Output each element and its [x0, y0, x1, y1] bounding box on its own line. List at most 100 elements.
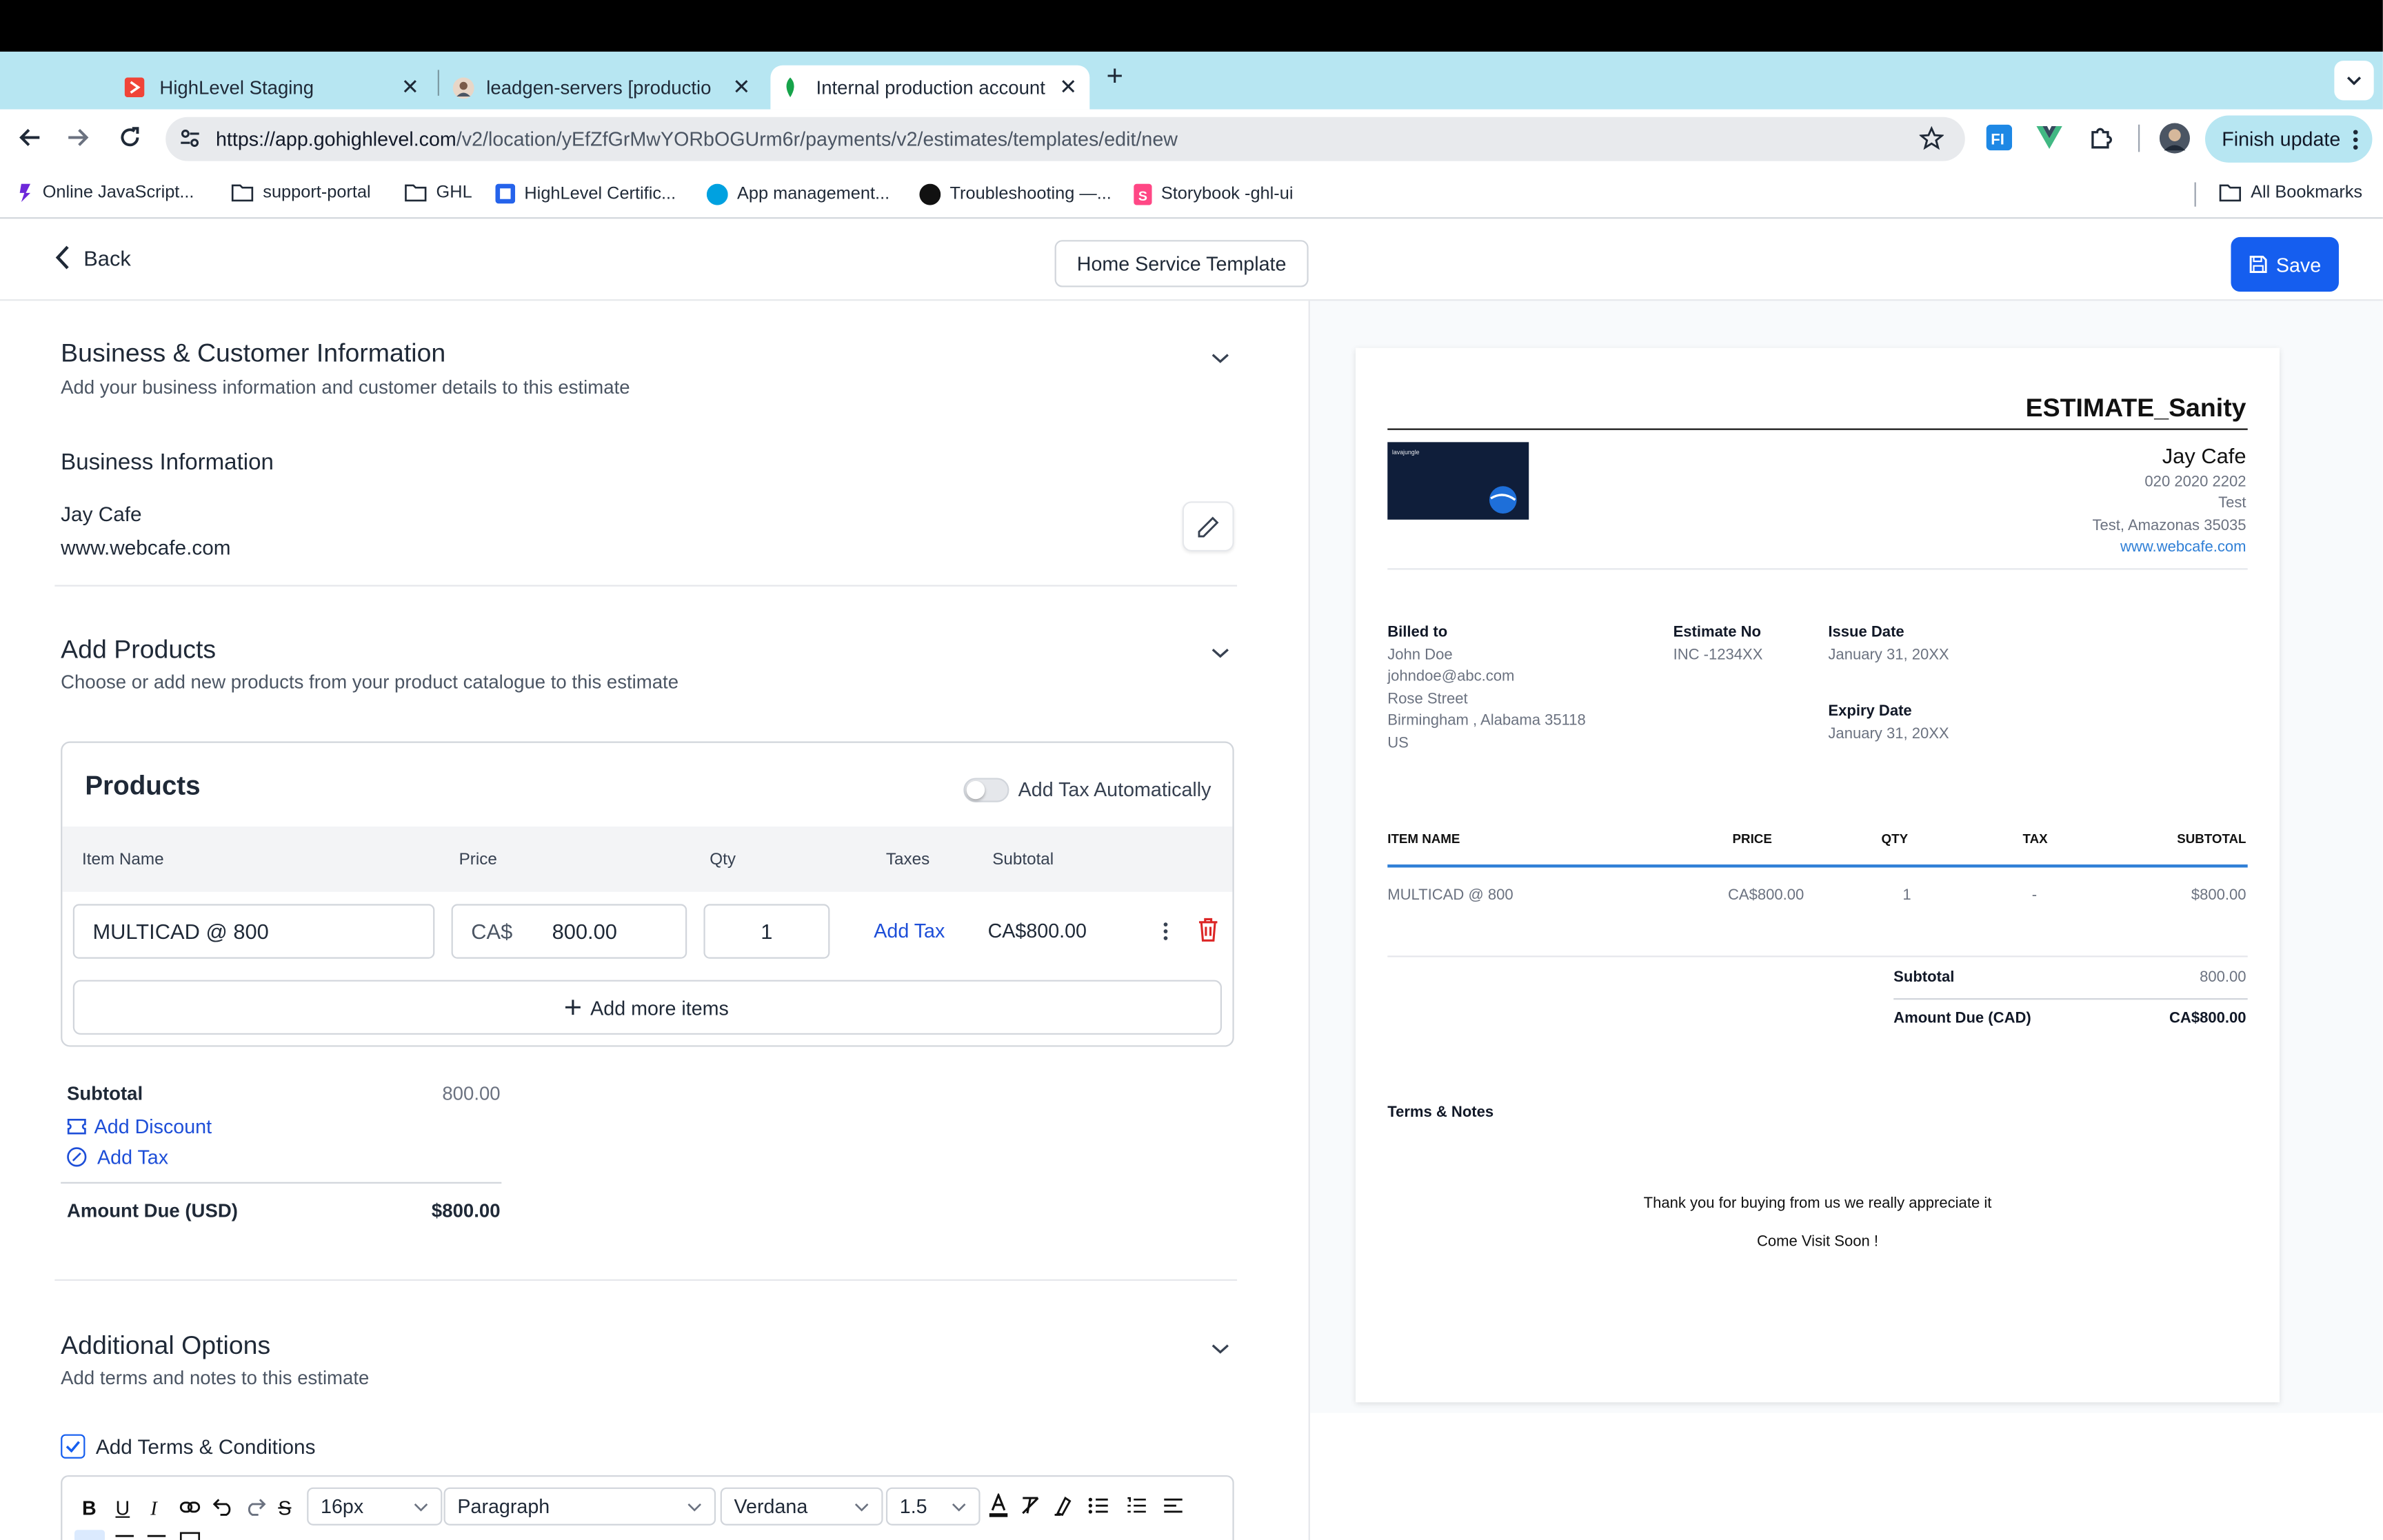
finish-update-button[interactable]: Finish update	[2205, 115, 2373, 163]
bookmark-label: HighLevel Certific...	[524, 184, 676, 203]
browser-tab-leadgen-servers[interactable]: leadgen-servers [production ✕	[441, 65, 763, 110]
logo-text: lavajungle	[1391, 448, 1420, 456]
collapse-chevron-icon[interactable]	[1211, 1343, 1229, 1355]
align-right-icon[interactable]	[146, 1533, 168, 1540]
extension-fi-icon[interactable]: FI	[1986, 124, 2013, 151]
extension-vue-icon[interactable]	[2036, 125, 2062, 149]
tab-search-button[interactable]	[2334, 61, 2374, 101]
bookmark-favicon-icon	[18, 183, 33, 203]
billed-to-line: John Doe	[1387, 647, 1453, 665]
preview-th-tax: TAX	[2022, 831, 2048, 847]
row-add-tax-link[interactable]: Add Tax	[874, 919, 945, 942]
bookmark-storybook[interactable]: S Storybook -ghl-ui	[1134, 183, 1293, 205]
row-subtotal: CA$800.00	[987, 919, 1087, 942]
new-tab-icon[interactable]: +	[1107, 61, 1123, 94]
section-divider	[54, 585, 1238, 587]
collapse-chevron-icon[interactable]	[1211, 352, 1229, 365]
font-size-select[interactable]: 16px	[307, 1487, 443, 1526]
products-section-subtitle: Choose or add new products from your pro…	[61, 671, 679, 693]
template-name-field[interactable]: Home Service Template	[1054, 240, 1309, 287]
preview-total-divider	[1893, 998, 2248, 1000]
col-subtotal: Subtotal	[992, 851, 1054, 869]
folder-icon	[2219, 184, 2242, 202]
align-center-icon[interactable]	[114, 1533, 135, 1540]
bold-icon[interactable]: B	[82, 1497, 97, 1519]
underline-icon[interactable]: U	[116, 1497, 130, 1519]
additional-section-title: Additional Options	[61, 1330, 271, 1360]
url-path: /v2/location/yEfZfGrMwYORbOGUrm6r/paymen…	[456, 128, 1178, 151]
forward-arrow-icon[interactable]	[67, 126, 90, 149]
highlight-icon[interactable]	[1053, 1495, 1074, 1517]
qty-input[interactable]: 1	[703, 904, 830, 959]
chevron-down-icon	[854, 1502, 869, 1511]
template-name: Home Service Template	[1076, 252, 1287, 275]
bookmark-support-portal[interactable]: support-portal	[231, 184, 371, 202]
browser-tab-internal-production[interactable]: Internal production account ✕	[770, 65, 1090, 110]
more-vertical-icon	[2353, 128, 2359, 150]
image-icon[interactable]	[179, 1532, 201, 1540]
add-discount-link[interactable]: Add Discount	[67, 1115, 212, 1138]
title-underline	[1387, 428, 2248, 430]
terms-checkbox-label: Add Terms & Conditions	[95, 1435, 316, 1459]
preview-business-phone: 020 2020 2202	[2144, 474, 2246, 491]
svg-text:S: S	[1138, 189, 1147, 204]
close-tab-icon[interactable]: ✕	[1059, 74, 1077, 100]
bookmark-label: App management...	[736, 185, 890, 204]
business-info-heading: Business Information	[61, 449, 274, 476]
billed-to-line: Rose Street	[1387, 691, 1468, 709]
font-family-select[interactable]: Verdana	[720, 1487, 883, 1526]
logo-globe-icon	[1485, 485, 1521, 515]
issue-date-value: January 31, 20XX	[1828, 647, 1949, 665]
add-more-items-button[interactable]: Add more items	[72, 980, 1223, 1035]
site-settings-icon[interactable]	[179, 128, 201, 149]
reload-icon[interactable]	[119, 126, 141, 149]
bookmark-star-icon[interactable]	[1919, 125, 1944, 150]
align-active-indicator[interactable]	[74, 1530, 105, 1540]
undo-icon[interactable]	[212, 1498, 234, 1516]
link-icon[interactable]	[179, 1499, 201, 1514]
back-arrow-icon[interactable]	[18, 126, 41, 149]
bookmark-troubleshooting[interactable]: Troubleshooting —...	[919, 183, 1112, 205]
italic-icon[interactable]: I	[150, 1497, 157, 1521]
redo-icon[interactable]	[245, 1498, 266, 1516]
bookmark-ghl[interactable]: GHL	[404, 184, 472, 202]
business-website: www.webcafe.com	[61, 536, 231, 560]
all-bookmarks[interactable]: All Bookmarks	[2219, 184, 2362, 202]
close-tab-icon[interactable]: ✕	[732, 74, 750, 100]
price-input[interactable]: CA$ 800.00	[451, 904, 687, 959]
bullet-list-icon[interactable]	[1088, 1497, 1109, 1514]
finish-update-label: Finish update	[2222, 128, 2341, 151]
preview-business-line2: Test, Amazonas 35035	[2092, 518, 2246, 535]
item-name-input[interactable]: MULTICAD @ 800	[72, 904, 435, 959]
align-left-icon[interactable]	[1163, 1497, 1184, 1514]
strikethrough-icon[interactable]: S	[278, 1497, 291, 1519]
add-tax-link[interactable]: Add Tax	[67, 1146, 168, 1168]
text-color-icon[interactable]	[988, 1493, 1009, 1518]
extensions-puzzle-icon[interactable]	[2088, 125, 2113, 150]
summary-subtotal-value: 800.00	[442, 1083, 501, 1105]
profile-avatar[interactable]	[2159, 123, 2190, 154]
rich-text-editor: B U I S 16px Paragraph Verdana 1.5	[61, 1475, 1234, 1540]
numbered-list-icon[interactable]	[1126, 1497, 1147, 1514]
clear-format-icon[interactable]	[1020, 1495, 1041, 1517]
preview-subtotal-label: Subtotal	[1893, 969, 1955, 986]
terms-checkbox[interactable]	[61, 1434, 86, 1459]
trash-icon[interactable]	[1198, 918, 1219, 942]
save-button[interactable]: Save	[2231, 236, 2339, 292]
more-vertical-icon[interactable]	[1163, 922, 1169, 940]
bookmark-app-management[interactable]: App management...	[706, 183, 890, 205]
highlevel-favicon-icon	[124, 77, 145, 98]
line-height-select[interactable]: 1.5	[885, 1487, 981, 1526]
close-tab-icon[interactable]: ✕	[401, 74, 419, 100]
business-section-subtitle: Add your business information and custom…	[61, 376, 630, 398]
tax-toggle[interactable]	[963, 778, 1009, 802]
back-button[interactable]: Back	[54, 245, 131, 270]
currency-prefix: CA$	[471, 919, 513, 944]
address-bar[interactable]: https://app.gohighlevel.com/v2/location/…	[165, 116, 1965, 161]
block-type-select[interactable]: Paragraph	[443, 1487, 716, 1526]
edit-business-button[interactable]	[1182, 501, 1234, 552]
browser-tab-highlevel-staging[interactable]: HighLevel Staging ✕	[110, 65, 432, 110]
collapse-chevron-icon[interactable]	[1211, 647, 1229, 660]
bookmark-highlevel-certification[interactable]: HighLevel Certific...	[495, 183, 676, 204]
bookmark-online-javascript[interactable]: Online JavaScript...	[18, 183, 194, 203]
